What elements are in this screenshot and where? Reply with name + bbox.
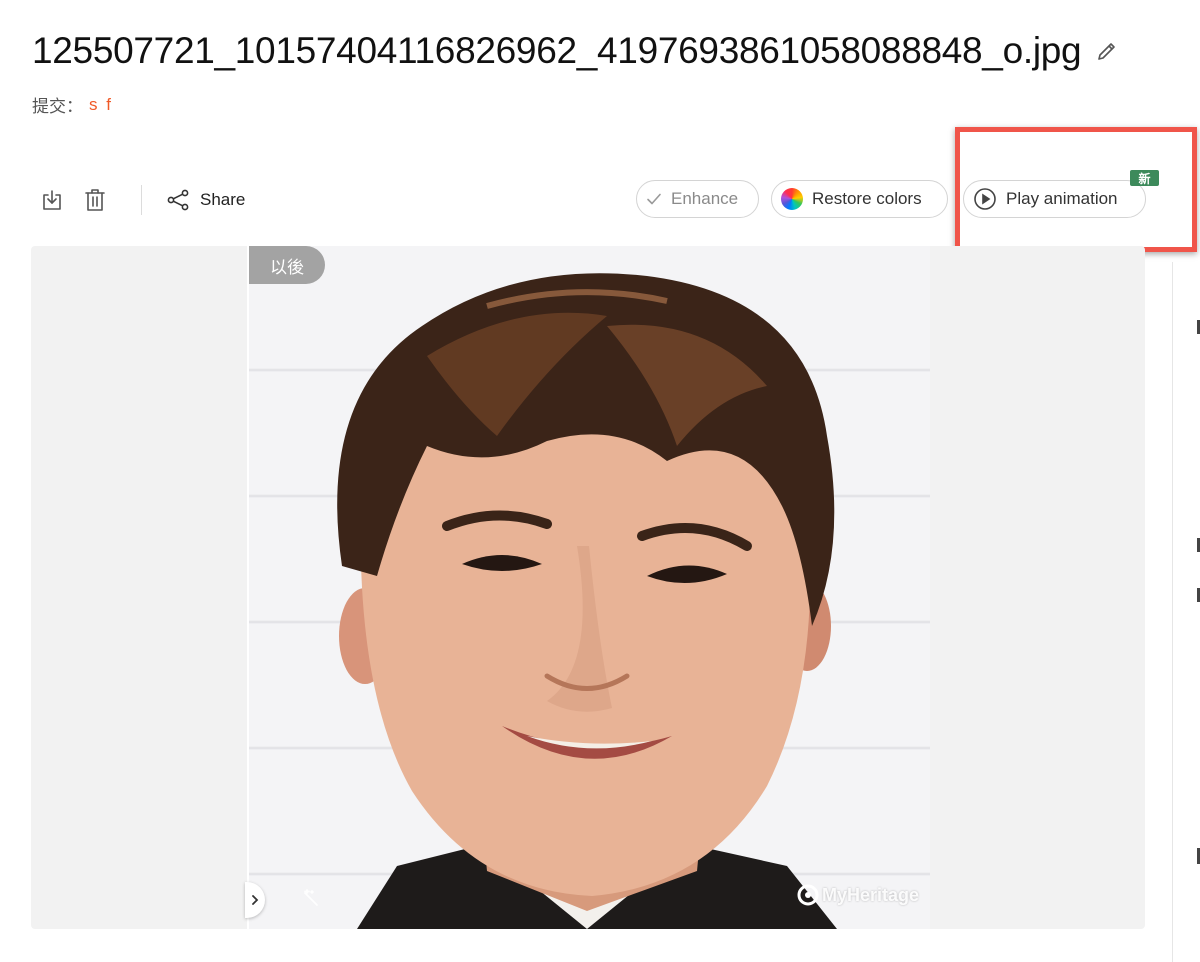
share-icon xyxy=(166,188,190,212)
download-icon[interactable] xyxy=(38,186,66,214)
share-label: Share xyxy=(200,190,246,209)
play-animation-button[interactable]: Play animation xyxy=(963,180,1146,218)
myheritage-watermark: MyHeritage xyxy=(797,884,919,906)
share-button[interactable]: Share xyxy=(166,188,245,212)
restore-colors-button[interactable]: Restore colors xyxy=(771,180,948,218)
chevron-right-icon xyxy=(250,894,260,906)
myheritage-logo-icon xyxy=(797,884,822,906)
color-wheel-icon xyxy=(781,188,803,210)
enhance-label: Enhance xyxy=(671,189,739,208)
after-label: 以後 xyxy=(249,246,325,284)
watermark-text: MyHeritage xyxy=(822,884,920,905)
details-side-panel xyxy=(1172,262,1200,962)
play-circle-icon xyxy=(973,187,997,211)
photo xyxy=(247,246,930,929)
edit-icon[interactable] xyxy=(1095,39,1119,63)
play-animation-label: Play animation xyxy=(1006,189,1118,208)
toolbar-divider xyxy=(141,185,142,215)
new-badge: 新 xyxy=(1130,170,1159,186)
check-icon xyxy=(646,191,662,207)
photo-toolbar: Share xyxy=(38,180,245,220)
magic-wand-icon[interactable] xyxy=(301,887,323,909)
submitter-line: 提交： s f xyxy=(32,92,113,117)
submitter-link[interactable]: s f xyxy=(89,95,113,115)
submitted-by-label: 提交： xyxy=(32,97,83,116)
enhance-button[interactable]: Enhance xyxy=(636,180,759,218)
title-row: 125507721_10157404116826962_419769386105… xyxy=(32,30,1119,72)
trash-icon[interactable] xyxy=(81,186,109,214)
compare-split-line xyxy=(247,246,249,929)
photo-viewer[interactable]: 以後 MyHeritage xyxy=(31,246,1145,929)
page-title: 125507721_10157404116826962_419769386105… xyxy=(32,30,1082,71)
restore-colors-label: Restore colors xyxy=(812,189,922,208)
